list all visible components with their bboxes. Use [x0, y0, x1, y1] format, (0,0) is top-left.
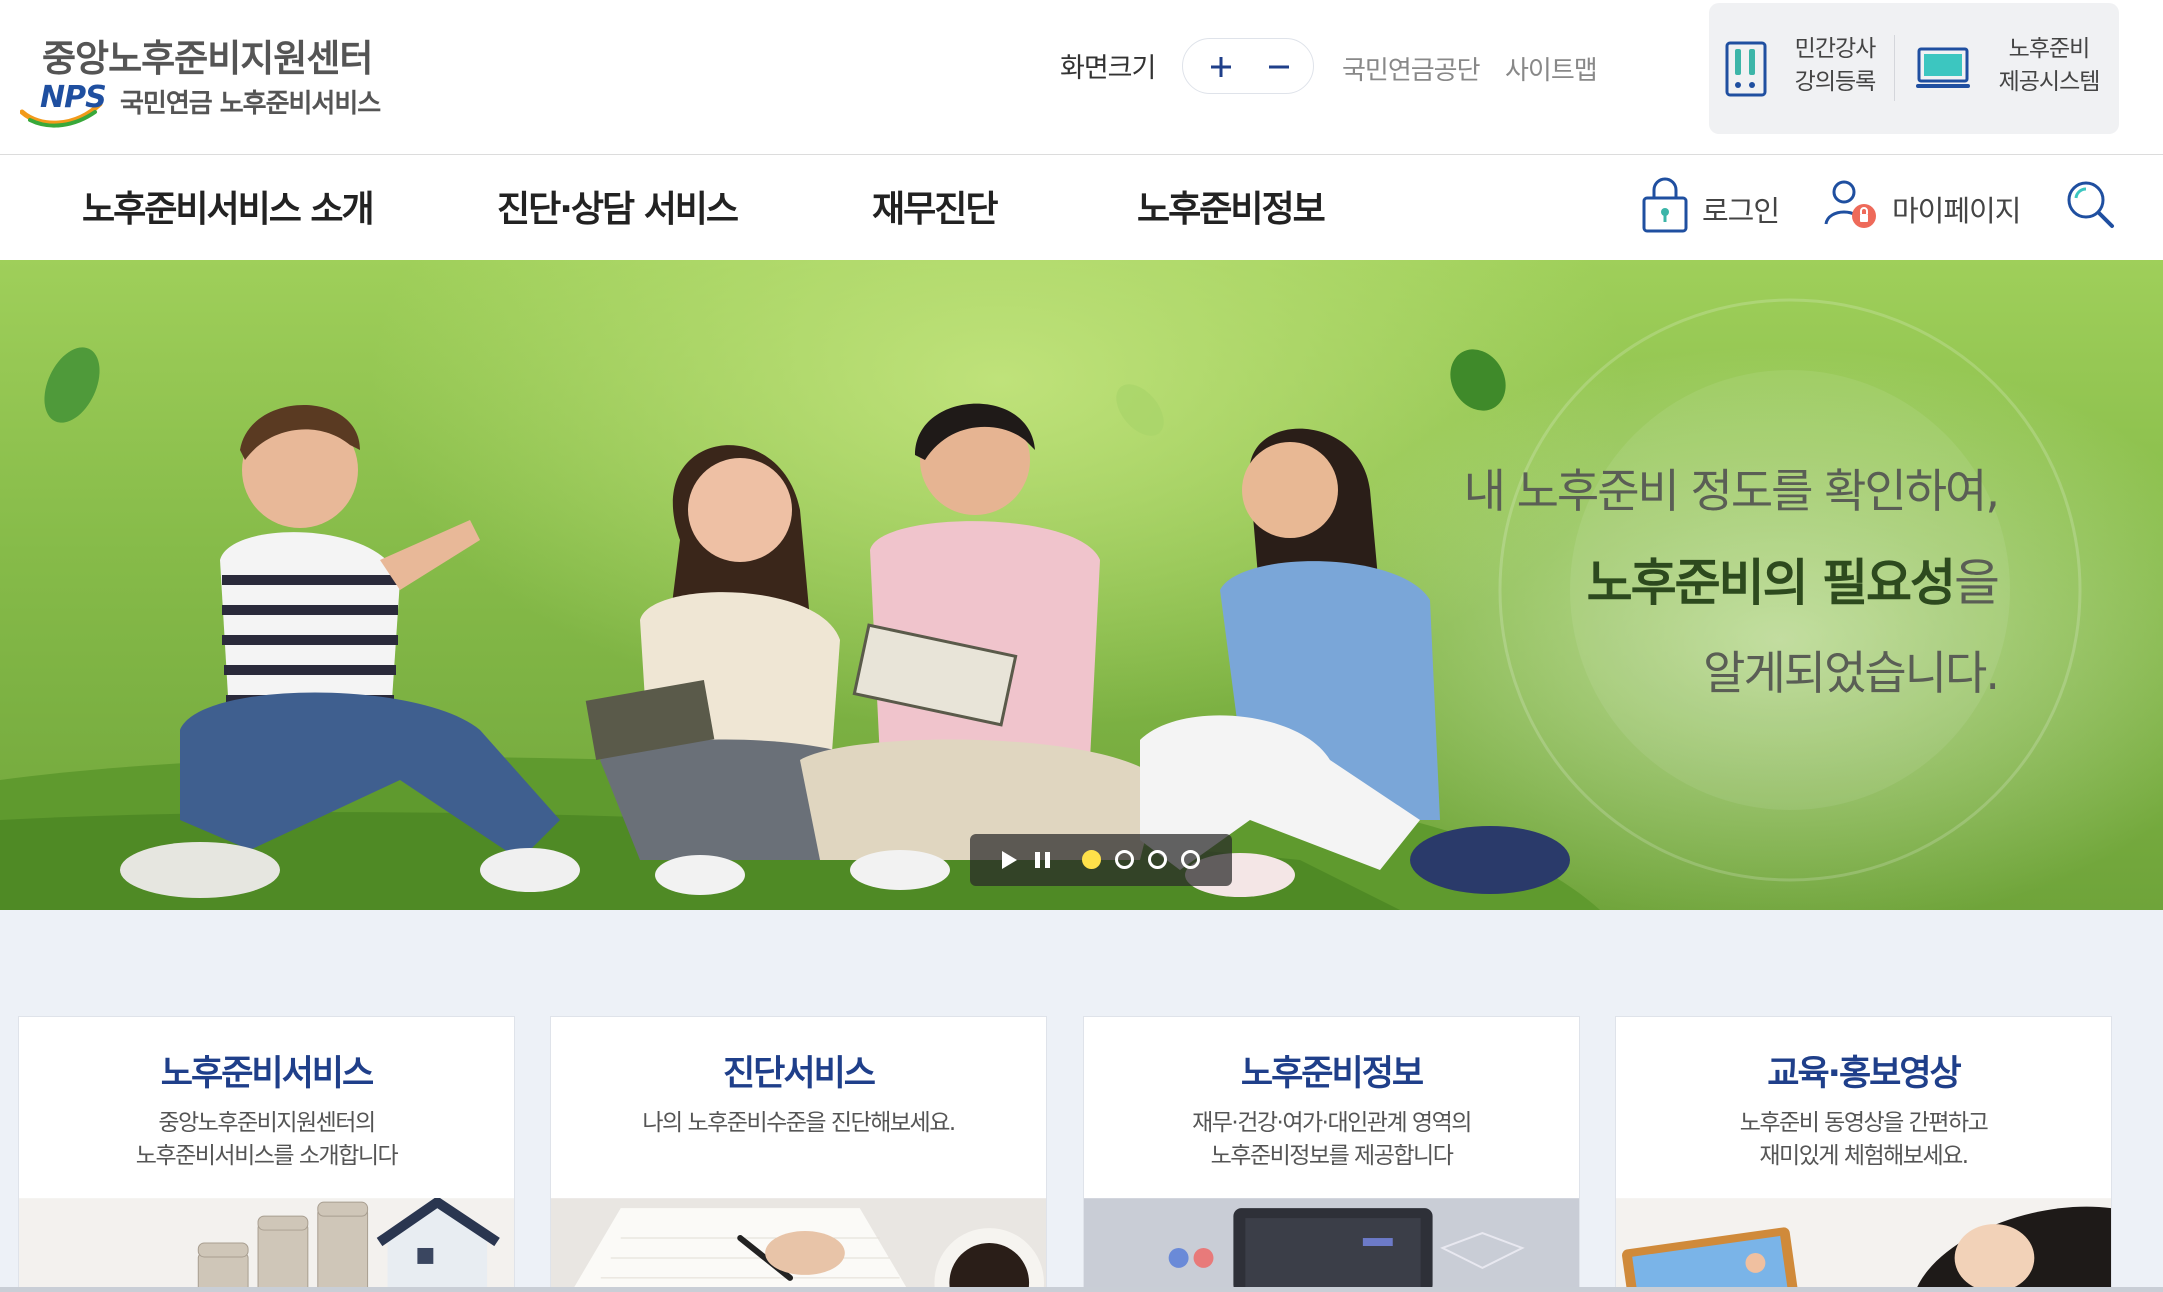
- slide-dot-4[interactable]: [1181, 850, 1200, 869]
- card-desc-line: 재미있게 체험해보세요.: [1759, 1143, 1969, 1169]
- card-title: 노후준비정보: [1240, 1054, 1424, 1094]
- login-button[interactable]: 로그인: [1640, 174, 1790, 236]
- card-desc-line: 노후준비정보를 제공합니다: [1210, 1143, 1454, 1169]
- preparation-system-button[interactable]: 노후준비 제공시스템: [1899, 3, 2119, 134]
- card-desc-line: 노후준비 동영상을 간편하고: [1739, 1110, 1989, 1136]
- card-desc-line: 나의 노후준비수준을 진단해보세요.: [642, 1110, 956, 1136]
- hero-line-2-strong: 노후준비의 필요성: [1586, 554, 1956, 612]
- hero-line-2-rest: 을: [1954, 554, 2000, 612]
- font-size-label: 화면크기: [1060, 53, 1156, 84]
- play-icon: [1002, 851, 1017, 869]
- card-desc: 중앙노후준비지원센터의 노후준비서비스를 소개합니다: [19, 1107, 514, 1173]
- search-icon: [2067, 181, 2114, 228]
- zoom-out-button[interactable]: [1259, 47, 1299, 87]
- slide-dot-3[interactable]: [1148, 850, 1167, 869]
- login-label: 로그인: [1702, 194, 1780, 228]
- card-service[interactable]: 노후준비서비스 중앙노후준비지원센터의 노후준비서비스를 소개합니다: [18, 1016, 515, 1292]
- card-title: 교육·홍보영상: [1767, 1054, 1962, 1094]
- hero-banner: 내 노후준비 정도를 확인하여, 노후준비의 필요성을 알게되었습니다.: [0, 260, 2163, 910]
- zoom-in-button[interactable]: [1201, 47, 1241, 87]
- quick-divider: [1894, 35, 1895, 101]
- logo-nps: NPS: [40, 80, 107, 115]
- logo-title: 중앙노후준비지원센터: [42, 37, 373, 80]
- logo-subtext: 국민연금 노후준비서비스: [120, 89, 381, 119]
- play-button[interactable]: [998, 848, 1020, 872]
- card-desc: 노후준비 동영상을 간편하고 재미있게 체험해보세요.: [1616, 1107, 2111, 1173]
- card-title: 진단서비스: [722, 1054, 876, 1094]
- nav-item-consulting[interactable]: 진단·상담 서비스: [497, 180, 739, 232]
- hero-line-2: 노후준비의 필요성을: [1464, 543, 2000, 615]
- nav-item-financial[interactable]: 재무진단: [872, 180, 998, 232]
- sitemap-link[interactable]: 사이트맵: [1505, 50, 1598, 87]
- quick-links: 민간강사 강의등록 노후준비 제공시스템: [1709, 3, 2119, 134]
- mypage-label: 마이페이지: [1892, 194, 2021, 228]
- quick-label-line: 제공시스템: [1998, 69, 2101, 95]
- card-video[interactable]: 교육·홍보영상 노후준비 동영상을 간편하고 재미있게 체험해보세요.: [1615, 1016, 2112, 1292]
- coins-house-image: [19, 1198, 514, 1291]
- instructor-registration-label: 민간강사 강의등록: [1785, 33, 1885, 99]
- card-desc: 나의 노후준비수준을 진단해보세요.: [551, 1107, 1046, 1140]
- logo-subline: NPS 국민연금 노후준비서비스: [20, 78, 420, 128]
- site-logo[interactable]: 중앙노후준비지원센터 NPS 국민연금 노후준비서비스: [20, 28, 420, 128]
- notebook-image: [551, 1198, 1046, 1291]
- main-nav: 노후준비서비스 소개 진단·상담 서비스 재무진단 노후준비정보 로그인 마이페…: [0, 156, 2163, 260]
- pause-button[interactable]: [1032, 848, 1054, 872]
- top-header: 중앙노후준비지원센터 NPS 국민연금 노후준비서비스 화면크기 국민연금공단 …: [0, 0, 2163, 155]
- lock-icon: [1642, 177, 1688, 233]
- nav-item-info[interactable]: 노후준비정보: [1137, 180, 1326, 232]
- nps-link[interactable]: 국민연금공단: [1342, 50, 1481, 87]
- quick-label-line: 노후준비: [2008, 36, 2091, 62]
- preparation-system-label: 노후준비 제공시스템: [1989, 33, 2109, 99]
- dashboard-image: [1084, 1198, 1579, 1291]
- monitor-icon: [1916, 47, 1970, 88]
- zoom-control: [1182, 38, 1314, 94]
- search-button[interactable]: [2062, 176, 2122, 238]
- nav-item-service-intro[interactable]: 노후준비서비스 소개: [82, 180, 375, 232]
- card-info[interactable]: 노후준비정보 재무·건강·여가·대인관계 영역의 노후준비정보를 제공합니다: [1083, 1016, 1580, 1292]
- service-cards: 노후준비서비스 중앙노후준비지원센터의 노후준비서비스를 소개합니다 진단서비스…: [0, 910, 2163, 1292]
- card-desc-line: 노후준비서비스를 소개합니다: [135, 1143, 399, 1169]
- plus-icon: [1211, 57, 1231, 77]
- hero-text: 내 노후준비 정도를 확인하여, 노후준비의 필요성을 알게되었습니다.: [1463, 455, 2000, 703]
- card-desc: 재무·건강·여가·대인관계 영역의 노후준비정보를 제공합니다: [1084, 1107, 1579, 1173]
- quick-label-line: 민간강사: [1794, 36, 1877, 62]
- instructor-registration-button[interactable]: 민간강사 강의등록: [1709, 3, 1899, 134]
- video-laptop-image: [1616, 1198, 2111, 1291]
- slider-controls: [970, 834, 1232, 886]
- card-title: 노후준비서비스: [160, 1054, 374, 1094]
- bottom-scrollbar[interactable]: [0, 1287, 2163, 1292]
- minus-icon: [1269, 65, 1289, 69]
- slide-dot-1[interactable]: [1082, 850, 1101, 869]
- user-lock-icon: [1824, 180, 1876, 228]
- card-desc-line: 중앙노후준비지원센터의: [158, 1110, 376, 1136]
- hero-line-1: 내 노후준비 정도를 확인하여,: [1463, 464, 2000, 518]
- book-icon: [1725, 41, 1767, 97]
- card-diagnosis[interactable]: 진단서비스 나의 노후준비수준을 진단해보세요.: [550, 1016, 1047, 1292]
- quick-label-line: 강의등록: [1794, 69, 1877, 95]
- hero-line-3: 알게되었습니다.: [1703, 646, 2000, 700]
- mypage-button[interactable]: 마이페이지: [1822, 174, 2022, 236]
- slide-dot-2[interactable]: [1115, 850, 1134, 869]
- pause-icon: [1035, 852, 1050, 868]
- card-desc-line: 재무·건강·여가·대인관계 영역의: [1192, 1110, 1472, 1136]
